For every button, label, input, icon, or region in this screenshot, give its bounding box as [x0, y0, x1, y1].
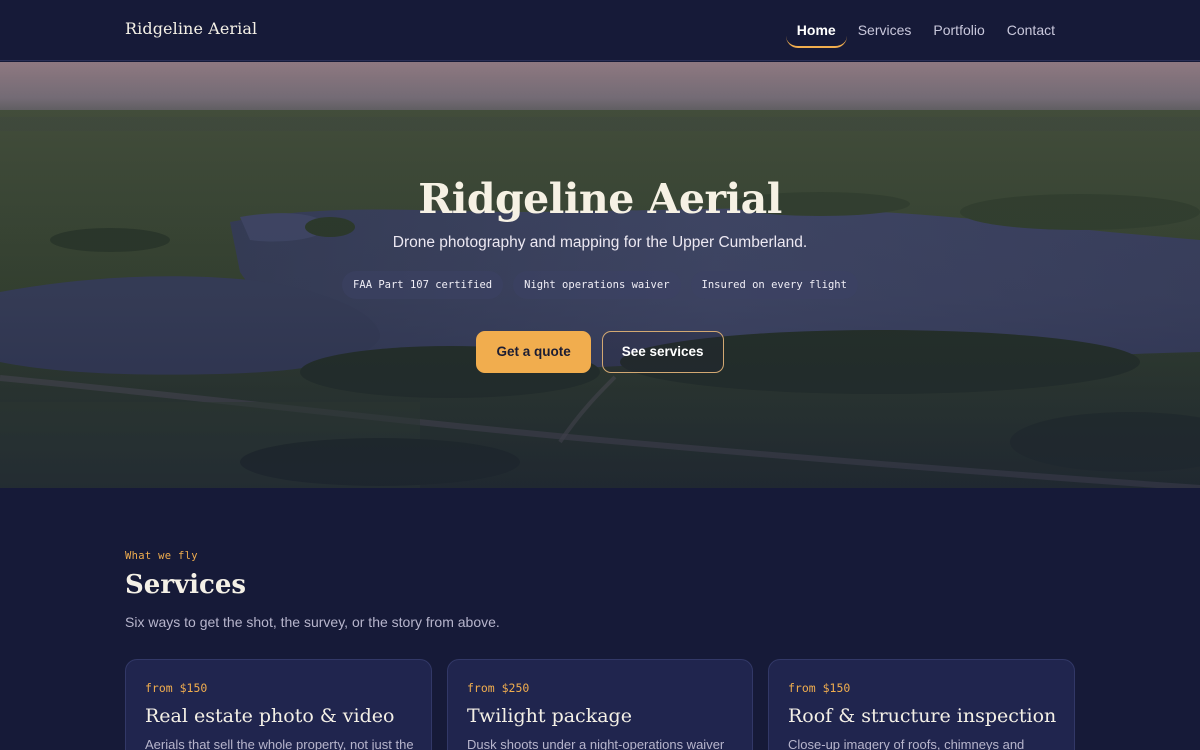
nav-link-home[interactable]: Home — [785, 14, 847, 48]
chip-night-waiver: Night operations waiver — [513, 271, 681, 299]
service-description: Aerials that sell the whole property, no… — [145, 737, 414, 750]
service-title: Real estate photo & video — [145, 705, 395, 727]
hero-title: Ridgeline Aerial — [418, 175, 782, 223]
credential-chips: FAA Part 107 certified Night operations … — [0, 271, 1200, 299]
hero-section: Ridgeline Aerial Drone photography and m… — [0, 62, 1200, 488]
service-cards: from $150 Real estate photo & video Aeri… — [125, 659, 1075, 750]
get-quote-button[interactable]: Get a quote — [476, 331, 591, 373]
chip-insured: Insured on every flight — [690, 271, 858, 299]
nav-link-portfolio[interactable]: Portfolio — [922, 14, 995, 48]
nav-links: Home Services Portfolio Contact — [785, 14, 1066, 48]
service-card-roof-inspection[interactable]: from $150 Roof & structure inspection Cl… — [768, 659, 1075, 750]
service-card-twilight[interactable]: from $250 Twilight package Dusk shoots u… — [447, 659, 753, 750]
service-description: Dusk shoots under a night-operations wai… — [467, 737, 725, 750]
services-title: Services — [125, 570, 247, 600]
service-price: from $150 — [788, 681, 851, 695]
see-services-button[interactable]: See services — [601, 331, 724, 373]
service-description: Close-up imagery of roofs, chimneys and — [788, 737, 1025, 750]
hero-cta-row: Get a quote See services — [0, 331, 1200, 373]
service-title: Twilight package — [467, 705, 632, 727]
service-title: Roof & structure inspection — [788, 705, 1057, 727]
nav-link-contact[interactable]: Contact — [996, 14, 1066, 48]
nav-link-services[interactable]: Services — [847, 14, 923, 48]
services-subtitle: Six ways to get the shot, the survey, or… — [125, 614, 500, 630]
service-card-real-estate[interactable]: from $150 Real estate photo & video Aeri… — [125, 659, 432, 750]
services-eyebrow: What we fly — [125, 550, 198, 562]
service-price: from $250 — [467, 681, 530, 695]
service-price: from $150 — [145, 681, 208, 695]
hero-subtitle: Drone photography and mapping for the Up… — [392, 234, 808, 251]
top-nav: Ridgeline Aerial Home Services Portfolio… — [0, 0, 1200, 61]
brand-logo-link[interactable]: Ridgeline Aerial — [125, 19, 257, 38]
chip-faa-certified: FAA Part 107 certified — [342, 271, 504, 299]
